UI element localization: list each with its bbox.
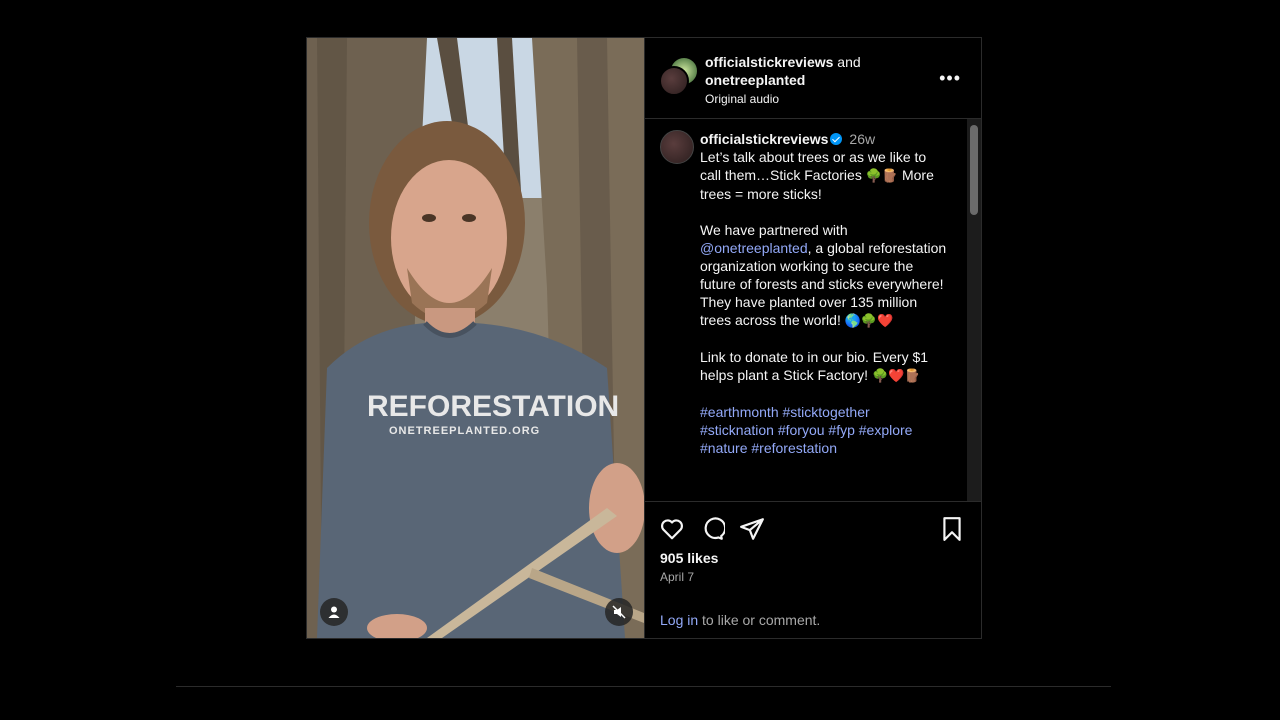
tagged-users-button[interactable] [320,598,348,626]
likes-count[interactable]: 905 likes [660,550,718,566]
speaker-muted-icon [612,605,626,619]
caption-area: officialstickreviews 26w Let’s talk about… [645,119,981,502]
avatar-officialstickreviews[interactable] [659,66,689,96]
caption-emoji2: 🌎🌳❤️ [844,313,894,328]
share-icon[interactable] [739,516,765,542]
hashtags-line1[interactable]: #earthmonth #sticktogether [700,403,950,421]
shirt-logo-text: REFORESTATION [367,390,619,423]
caption-p2-pre: We have partnered with [700,222,848,238]
mention-link[interactable]: @onetreeplanted [700,240,808,256]
header-user-officialstickreviews[interactable]: officialstickreviews [705,54,833,70]
caption-text: officialstickreviews 26w Let’s talk about… [700,130,950,457]
header-text: officialstickreviews and onetreeplanted … [705,53,861,108]
heart-icon[interactable] [659,516,685,542]
post-date[interactable]: April 7 [660,570,694,584]
action-bar: 905 likes April 7 Log in to like or comm… [645,502,981,628]
caption-emoji3: 🌳❤️🪵 [871,368,921,383]
comment-icon[interactable] [699,516,725,542]
caption-emoji1: 🌳🪵 [865,168,899,183]
shirt-logo-subtext: ONETREEPLANTED.ORG [389,425,540,437]
hashtags-line3[interactable]: #nature #reforestation [700,439,950,457]
audio-label[interactable]: Original audio [705,90,861,108]
mute-toggle-button[interactable] [605,598,633,626]
header-user-onetreeplanted[interactable]: onetreeplanted [705,72,805,88]
more-options-icon[interactable]: ••• [939,68,961,89]
scrollbar-thumb[interactable] [970,125,978,215]
video-frame-image: REFORESTATION ONETREEPLANTED.ORG [307,38,644,638]
verified-badge-icon [830,133,843,145]
footer-divider [176,686,1111,687]
post-video[interactable]: REFORESTATION ONETREEPLANTED.ORG [307,38,644,638]
post-sidebar: officialstickreviews and onetreeplanted … [644,38,981,638]
bookmark-icon[interactable] [939,516,965,542]
post-header: officialstickreviews and onetreeplanted … [645,38,981,119]
post-container: REFORESTATION ONETREEPLANTED.ORG officia… [306,37,982,639]
collab-avatars[interactable] [659,56,699,96]
login-prompt: Log in to like or comment. [660,612,820,628]
login-link[interactable]: Log in [660,612,698,628]
caption-scrollbar[interactable] [967,119,981,501]
caption-age[interactable]: 26w [849,131,875,147]
hashtags-line2[interactable]: #sticknation #foryou #fyp #explore [700,421,950,439]
caption-username[interactable]: officialstickreviews [700,131,828,147]
person-icon [328,606,340,618]
login-prompt-text: to like or comment. [698,612,821,628]
caption-avatar[interactable] [660,130,694,164]
header-joiner: and [837,54,861,70]
